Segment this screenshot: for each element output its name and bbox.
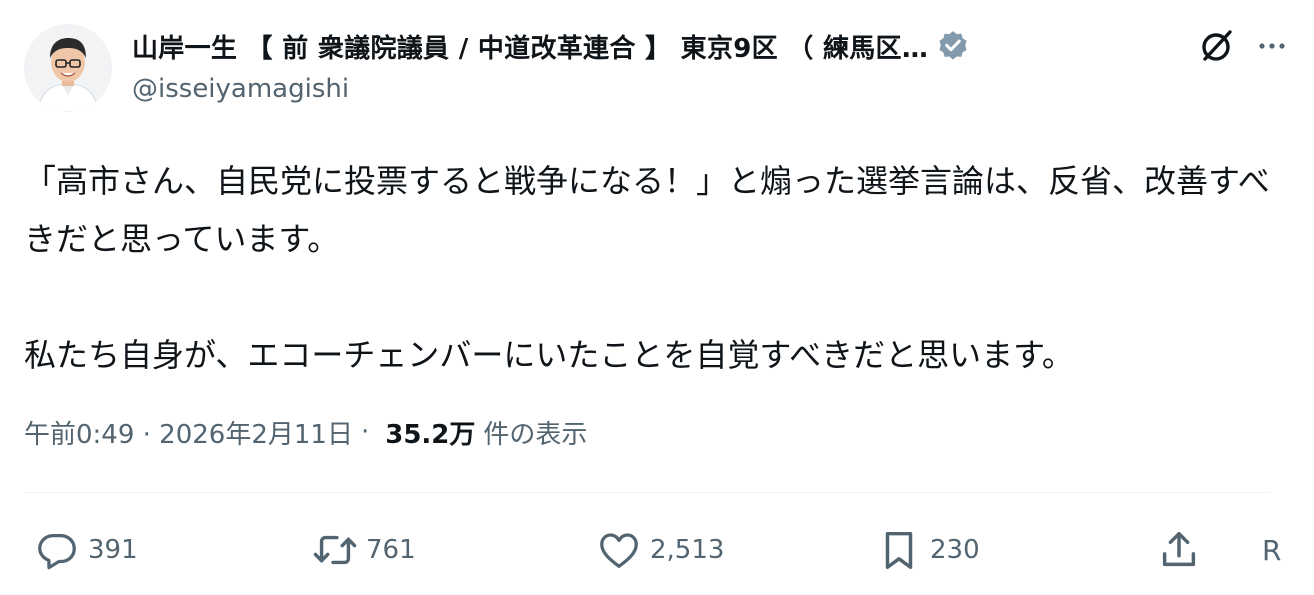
- tweet-timestamp[interactable]: 午前0:49 · 2026年2月11日: [24, 414, 353, 451]
- author-handle[interactable]: @isseiyamagishi: [132, 74, 349, 104]
- like-button[interactable]: 2,513: [596, 520, 724, 580]
- author-display-name[interactable]: 山岸一生 【 前 衆議院議員 / 中道改革連合 】 東京9区 （ 練馬区…: [132, 28, 928, 65]
- bookmark-button[interactable]: 230: [876, 520, 980, 580]
- like-count: 2,513: [650, 535, 725, 565]
- heart-icon: [600, 533, 638, 568]
- avatar-photo: [24, 24, 112, 112]
- bookmark-icon: [885, 531, 913, 569]
- retweet-count: 761: [366, 535, 416, 565]
- action-bar: 391 761 2,513 230 R: [0, 520, 1314, 580]
- more-button[interactable]: [1250, 24, 1294, 68]
- views-label: 件の表示: [483, 419, 588, 450]
- retweet-button[interactable]: 761: [312, 520, 416, 580]
- views-count: 35.2万: [385, 419, 476, 450]
- grok-icon: [1202, 30, 1232, 61]
- extra-action[interactable]: R: [1262, 520, 1281, 580]
- reply-icon: [38, 533, 76, 570]
- retweet-icon: [313, 535, 357, 565]
- more-icon: [1259, 43, 1285, 49]
- bookmark-count: 230: [930, 535, 980, 565]
- author-name-row: 山岸一生 【 前 衆議院議員 / 中道改革連合 】 東京9区 （ 練馬区…: [132, 24, 970, 68]
- grok-button[interactable]: [1194, 24, 1238, 68]
- meta-separator: ·: [360, 417, 370, 447]
- tweet: 山岸一生 【 前 衆議院議員 / 中道改革連合 】 東京9区 （ 練馬区… @i…: [0, 0, 1314, 595]
- reply-button[interactable]: 391: [34, 520, 138, 580]
- share-button[interactable]: [1156, 520, 1202, 580]
- tweet-text: 「高市さん、自民党に投票すると戦争になる！」と煽った選挙言論は、反省、改善すべき…: [24, 162, 1270, 374]
- tweet-meta: 午前0:49 · 2026年2月11日 · 35.2万 件の表示: [24, 408, 587, 456]
- avatar[interactable]: [24, 24, 112, 112]
- verified-badge-icon: [939, 31, 967, 60]
- divider: [24, 492, 1270, 493]
- reply-count: 391: [88, 535, 138, 565]
- share-icon: [1162, 531, 1196, 567]
